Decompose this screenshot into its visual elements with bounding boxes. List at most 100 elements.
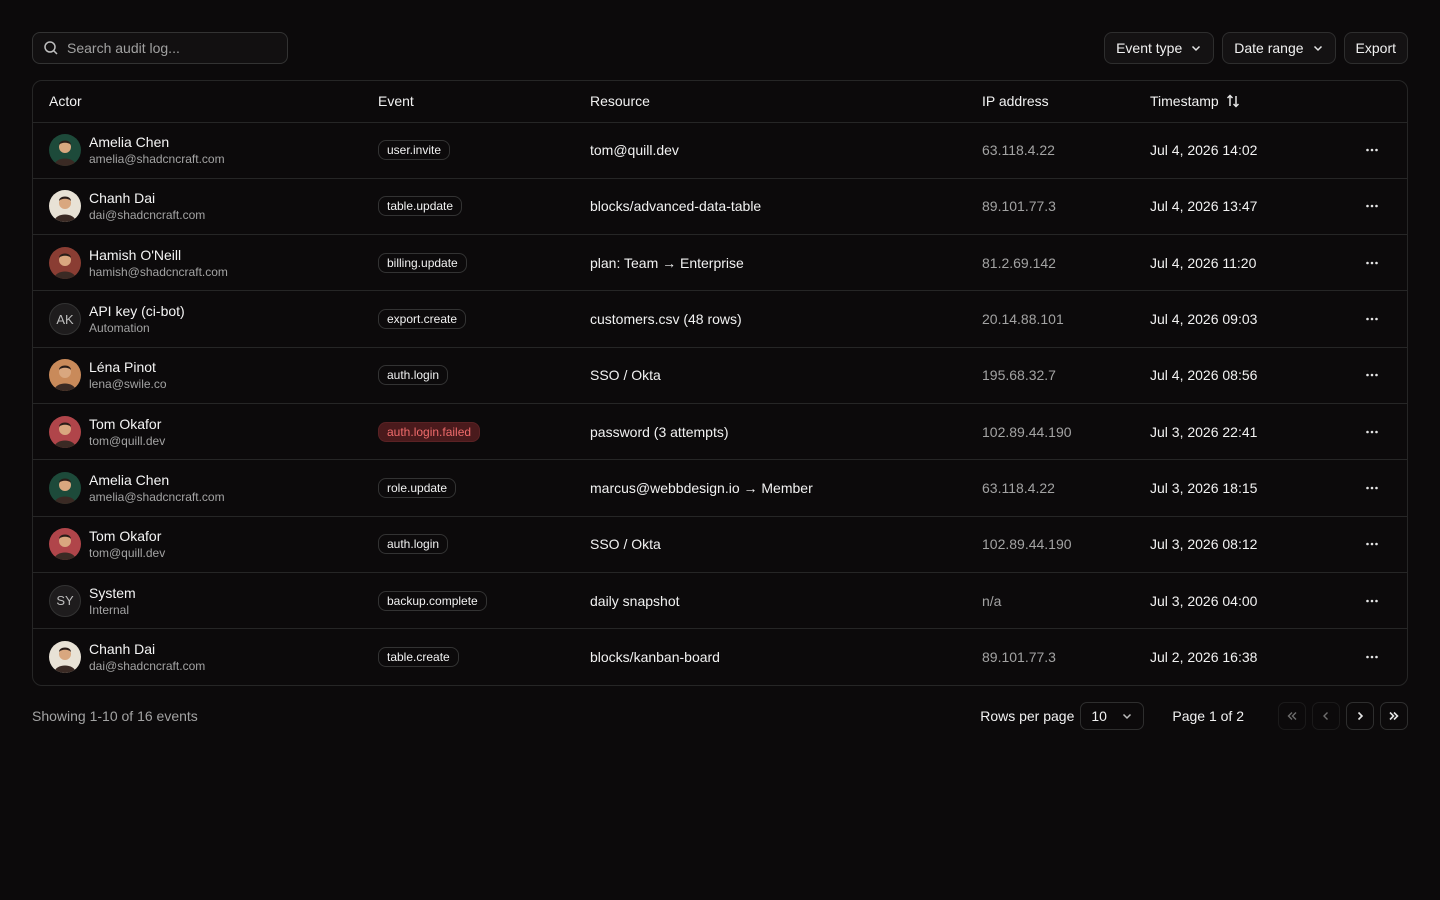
user-photo-icon [54,196,76,223]
avatar [49,134,81,167]
user-photo-icon [54,422,76,448]
table-row[interactable]: SY System Internal backup.complete daily… [33,572,1407,629]
page-info: Page 1 of 2 [1172,707,1244,724]
chevron-down-icon [1123,713,1132,720]
event-badge: backup.complete [378,590,487,611]
row-actions-button[interactable] [1350,255,1393,271]
ip-cell: 102.89.44.190 [982,423,1072,440]
row-actions-button[interactable] [1350,480,1393,496]
resource-cell: blocks/advanced-data-table [590,198,762,215]
actor-cell: Hamish O'Neill hamish@shadcncraft.com [49,246,346,280]
resource-cell: password (3 attempts) [590,423,729,440]
row-actions-button[interactable] [1350,311,1393,327]
audit-log-page: Event type Date range Export Actor Event… [32,32,1408,730]
more-horizontal-icon [1365,261,1378,265]
user-photo-icon [54,478,76,504]
resource-cell: blocks/kanban-board [590,649,720,666]
ip-cell: 89.101.77.3 [982,649,1056,666]
timestamp-cell: Jul 4, 2026 13:47 [1150,198,1258,215]
resource-cell: customers.csv (48 rows) [590,311,742,328]
actor-cell: Chanh Dai dai@shadcncraft.com [49,189,346,223]
table-row[interactable]: Léna Pinot lena@swile.co auth.login SSO … [33,347,1407,404]
actor-cell: Léna Pinot lena@swile.co [49,358,346,392]
avatar [49,641,81,674]
chevrons-right-icon [1389,711,1399,721]
avatar [49,415,81,448]
more-horizontal-icon [1365,599,1378,602]
row-actions-button[interactable] [1350,649,1393,665]
actor-email: dai@shadcncraft.com [89,208,206,223]
search-box[interactable] [32,32,288,64]
resource-cell: daily snapshot [590,592,680,609]
actor-email: dai@shadcncraft.com [89,659,206,674]
actor-email: Internal [89,602,130,617]
table-row[interactable]: Hamish O'Neill hamish@shadcncraft.com bi… [33,235,1407,291]
actor-email: tom@quill.dev [89,433,166,448]
header-timestamp[interactable]: Timestamp [1134,81,1334,123]
previous-page-button[interactable] [1312,701,1340,730]
rows-per-page-select[interactable]: 10 [1080,701,1145,730]
actor-cell: Chanh Dai dai@shadcncraft.com [49,640,346,674]
actor-cell: Amelia Chen amelia@shadcncraft.com [49,133,346,167]
header-actor[interactable]: Actor [33,81,362,123]
timestamp-cell: Jul 4, 2026 08:56 [1150,367,1258,384]
more-horizontal-icon [1365,374,1378,377]
avatar [49,471,81,504]
header-event[interactable]: Event [362,81,574,123]
table-row[interactable]: Tom Okafor tom@quill.dev auth.login SSO … [33,516,1407,573]
actor-email: amelia@shadcncraft.com [89,152,225,167]
ip-cell: 195.68.32.7 [982,367,1056,384]
avatar-initials: AK [56,311,74,327]
date-range-filter-button[interactable]: Date range [1222,32,1336,64]
ip-cell: 20.14.88.101 [982,311,1064,328]
table-row[interactable]: Amelia Chen amelia@shadcncraft.com user.… [33,122,1407,179]
row-actions-button[interactable] [1350,424,1393,440]
event-badge: table.update [378,196,463,217]
resource-cell: SSO / Okta [590,536,661,553]
table-row[interactable]: Chanh Dai dai@shadcncraft.com table.upda… [33,178,1407,235]
search-input[interactable] [67,40,277,56]
export-button[interactable]: Export [1343,32,1408,64]
more-horizontal-icon [1365,486,1378,490]
avatar [49,190,81,223]
header-timestamp-label: Timestamp [1150,93,1219,110]
next-page-button[interactable] [1346,701,1374,730]
header-ip-address[interactable]: IP address [966,81,1134,123]
actor-email: hamish@shadcncraft.com [89,264,228,279]
row-actions-button[interactable] [1350,198,1393,214]
rows-per-page-value: 10 [1091,707,1107,724]
first-page-button[interactable] [1278,701,1306,730]
timestamp-cell: Jul 4, 2026 09:03 [1150,311,1258,328]
event-badge: billing.update [378,252,467,273]
table-row[interactable]: Amelia Chen amelia@shadcncraft.com role.… [33,460,1407,517]
user-photo-icon [54,647,76,674]
event-badge: table.create [378,647,459,668]
table-row[interactable]: AK API key (ci-bot) Automation export.cr… [33,291,1407,348]
resource-cell: SSO / Okta [590,367,661,384]
ip-cell: 89.101.77.3 [982,198,1056,215]
event-badge: auth.login [378,534,449,555]
actor-name: Amelia Chen [89,471,170,488]
table-row[interactable]: Chanh Dai dai@shadcncraft.com table.crea… [33,629,1407,685]
row-actions-button[interactable] [1350,367,1393,383]
more-horizontal-icon [1365,148,1378,152]
row-actions-button[interactable] [1350,593,1393,609]
search-icon [44,41,58,55]
table-footer: Showing 1-10 of 16 events Rows per page … [32,701,1408,730]
row-actions-button[interactable] [1350,142,1393,158]
header-resource[interactable]: Resource [574,81,966,123]
chevron-down-icon [1313,45,1322,52]
row-actions-button[interactable] [1350,536,1393,552]
sort-icon[interactable] [1225,93,1241,109]
chevron-right-icon [1357,711,1364,721]
timestamp-cell: Jul 3, 2026 22:41 [1150,423,1258,440]
table-row[interactable]: Tom Okafor tom@quill.dev auth.login.fail… [33,403,1407,460]
event-badge: user.invite [378,140,451,161]
user-photo-icon [54,534,76,561]
event-type-filter-button[interactable]: Event type [1104,32,1215,64]
last-page-button[interactable] [1380,701,1408,730]
event-badge: auth.login.failed [378,421,481,442]
timestamp-cell: Jul 3, 2026 04:00 [1150,592,1258,609]
actor-name: Léna Pinot [89,359,156,376]
event-badge: export.create [378,309,467,330]
